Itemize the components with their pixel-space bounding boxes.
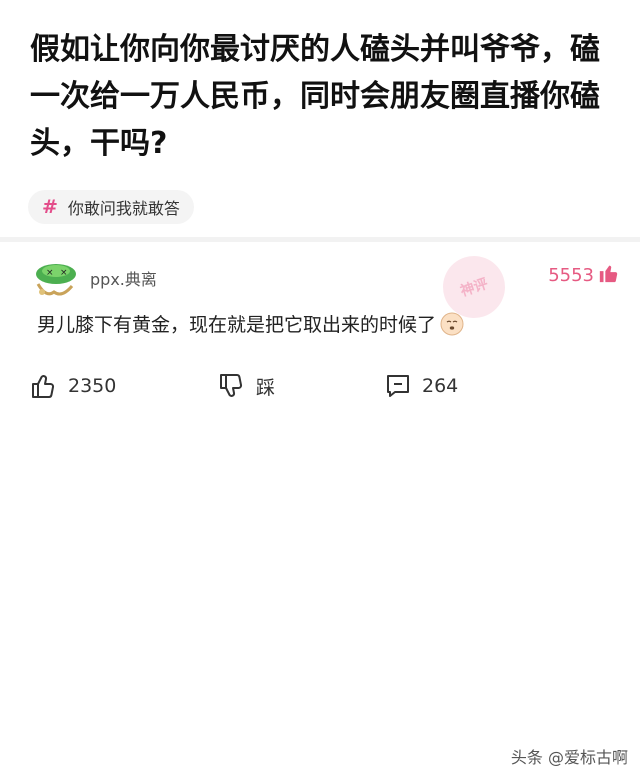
comment-text: 男儿膝下有黄金，现在就是把它取出来的时候了 <box>37 314 437 336</box>
question-title: 假如让你向你最讨厌的人磕头并叫爷爷，磕一次给一万人民币，同时会朋友圈直播你磕头，… <box>30 32 600 161</box>
like-count: 2350 <box>68 375 117 397</box>
svg-text:×: × <box>46 268 54 278</box>
dislike-label: 踩 <box>256 376 276 399</box>
dislike-button[interactable]: 踩 <box>218 372 275 400</box>
comment-like-count: 5553 <box>548 265 594 286</box>
hash-icon: # <box>42 196 58 218</box>
action-bar: 2350 踩 264 头条 @爱标古啊 <box>0 368 640 767</box>
topic-tag[interactable]: # 你敢问我就敢答 <box>28 190 194 224</box>
avatar[interactable]: × × <box>32 258 82 300</box>
comment-icon <box>387 375 409 397</box>
comment-count: 264 <box>422 375 459 397</box>
svg-text:×: × <box>60 268 68 278</box>
thumbs-up-filled-icon[interactable] <box>598 262 620 284</box>
comment-username[interactable]: ppx.典离 <box>90 266 157 290</box>
source-watermark: 头条 @爱标古啊 <box>510 748 628 767</box>
topic-label: 你敢问我就敢答 <box>67 199 180 218</box>
smirk-face-icon <box>440 312 464 335</box>
comment-button[interactable]: 264 <box>384 372 458 400</box>
thumbs-up-icon <box>32 375 55 398</box>
thumbs-down-icon <box>220 374 243 397</box>
like-button[interactable]: 2350 <box>30 372 116 400</box>
section-divider <box>0 237 640 242</box>
comment-body: 男儿膝下有黄金，现在就是把它取出来的时候了 <box>37 310 464 337</box>
